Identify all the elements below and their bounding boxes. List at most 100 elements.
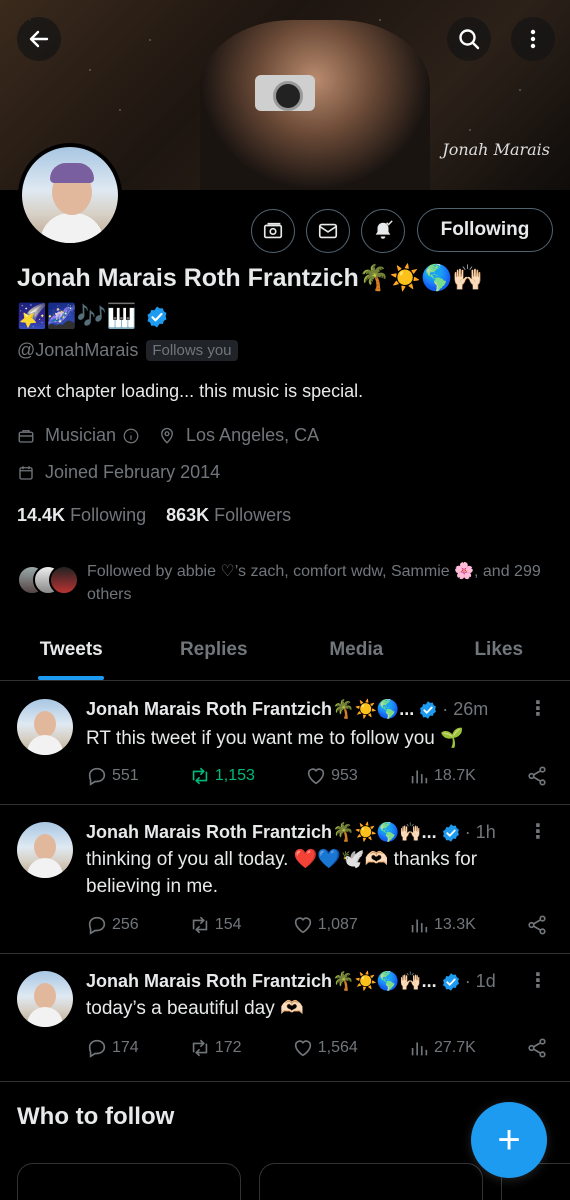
tweet-item[interactable]: Jonah Marais Roth Frantzich🌴☀️🌎🙌🏻... · 1… [0, 805, 570, 954]
tab-media[interactable]: Media [285, 625, 428, 680]
suggestion-card[interactable] [259, 1163, 483, 1200]
share-icon [528, 766, 546, 786]
mail-icon [318, 223, 338, 239]
reply-button[interactable]: 551 [86, 765, 139, 787]
retweet-button[interactable]: 172 [189, 1037, 242, 1059]
reply-count: 174 [112, 1039, 139, 1056]
views-button[interactable]: 18.7K [408, 765, 476, 787]
briefcase-icon [18, 429, 34, 443]
followed-by-text: Followed by abbie ♡’s zach, comfort wdw,… [87, 563, 541, 603]
handle-row: @JonahMarais Follows you [17, 340, 238, 361]
share-button[interactable] [526, 1037, 548, 1059]
verified-badge-icon [442, 972, 459, 991]
views-chart-icon [411, 1042, 428, 1056]
views-chart-icon [411, 770, 428, 784]
follows-you-badge: Follows you [146, 340, 238, 361]
heart-icon [307, 768, 325, 785]
reply-count: 256 [112, 916, 139, 933]
banner-camera [255, 75, 315, 111]
share-button[interactable] [526, 914, 548, 936]
calendar-icon [19, 465, 33, 480]
profile-category: Musician [45, 425, 117, 445]
tweet-author-name[interactable]: Jonah Marais Roth Frantzich🌴☀️🌎... [86, 699, 414, 720]
follower-avatar [49, 565, 79, 595]
tweet-time[interactable]: · 1h [465, 822, 496, 843]
like-button[interactable]: 953 [305, 765, 358, 787]
tweet-author-name[interactable]: Jonah Marais Roth Frantzich🌴☀️🌎🙌🏻... [86, 971, 437, 992]
share-icon [528, 1038, 546, 1058]
search-button[interactable] [447, 17, 491, 61]
reply-button[interactable]: 256 [86, 914, 139, 936]
tweet-text: thinking of you all today. ❤️💙🕊️🫶🏻 thank… [86, 849, 478, 897]
profile-joined: Joined February 2014 [45, 462, 221, 482]
following-count: 14.4K [17, 505, 66, 525]
retweet-button[interactable]: 154 [189, 914, 242, 936]
tweet-item[interactable]: Jonah Marais Roth Frantzich🌴☀️🌎... · 26m… [0, 682, 570, 805]
like-count: 1,087 [317, 916, 358, 933]
tweet-header: Jonah Marais Roth Frantzich🌴☀️🌎🙌🏻... · 1… [86, 971, 496, 992]
views-button[interactable]: 13.3K [408, 914, 476, 936]
views-count: 13.3K [433, 916, 476, 933]
back-button[interactable] [17, 17, 61, 61]
info-icon[interactable] [122, 427, 140, 445]
message-button[interactable] [306, 209, 350, 253]
banner-person [200, 20, 430, 190]
profile-tabs: Tweets Replies Media Likes [0, 625, 570, 681]
search-icon [459, 29, 480, 50]
heart-icon [294, 1040, 311, 1057]
followers-stat[interactable]: 863K Followers [166, 505, 291, 526]
retweet-icon [192, 916, 208, 934]
money-icon [263, 222, 283, 239]
followed-by-avatars [17, 565, 79, 597]
tweet-avatar[interactable] [17, 699, 73, 755]
following-button[interactable]: Following [417, 208, 553, 252]
reply-icon [88, 1039, 106, 1058]
tweet-actions: 551 1,153 953 18.7K [86, 765, 548, 787]
tab-tweets[interactable]: Tweets [0, 625, 143, 680]
plus-icon: + [497, 1117, 521, 1162]
like-count: 953 [331, 767, 358, 784]
tweet-header: Jonah Marais Roth Frantzich🌴☀️🌎... · 26m [86, 699, 488, 720]
tweet-author-name[interactable]: Jonah Marais Roth Frantzich🌴☀️🌎🙌🏻... [86, 822, 437, 843]
retweet-button[interactable]: 1,153 [189, 765, 255, 787]
subscribe-button[interactable] [251, 209, 295, 253]
share-button[interactable] [526, 765, 548, 787]
views-button[interactable]: 27.7K [408, 1037, 476, 1059]
tweet-actions: 174 172 1,564 27.7K [86, 1037, 548, 1059]
retweet-icon [192, 1039, 208, 1057]
location-pin-icon [161, 427, 173, 444]
profile-meta-row: Musician Los Angeles, CA [17, 425, 319, 446]
profile-joined-row: Joined February 2014 [17, 462, 220, 483]
tweet-avatar[interactable] [17, 822, 73, 878]
like-count: 1,564 [317, 1039, 358, 1056]
banner-signature: Jonah Marais [442, 140, 550, 159]
tweet-time[interactable]: · 26m [442, 699, 488, 720]
like-button[interactable]: 1,087 [292, 914, 358, 936]
tab-replies[interactable]: Replies [143, 625, 286, 680]
tweet-more-icon[interactable]: ⋮ [528, 819, 548, 844]
following-label: Following [70, 505, 147, 525]
retweet-count: 172 [214, 1039, 242, 1056]
tab-likes[interactable]: Likes [428, 625, 570, 680]
avatar-hat [50, 163, 94, 183]
reply-button[interactable]: 174 [86, 1037, 139, 1059]
more-options-button[interactable] [511, 17, 555, 61]
retweet-count: 154 [214, 916, 242, 933]
compose-tweet-button[interactable]: + [471, 1102, 547, 1178]
suggestion-card[interactable] [17, 1163, 241, 1200]
tweet-avatar[interactable] [17, 971, 73, 1027]
reply-icon [88, 916, 106, 935]
followed-by-row[interactable]: Followed by abbie ♡’s zach, comfort wdw,… [17, 560, 557, 606]
tweet-more-icon[interactable]: ⋮ [528, 696, 548, 721]
notifications-button[interactable] [361, 209, 405, 253]
name-emoji-line: 🌠🌌🎶🎹 [17, 303, 137, 330]
like-button[interactable]: 1,564 [292, 1037, 358, 1059]
following-stat[interactable]: 14.4K Following [17, 505, 146, 526]
bell-check-icon [375, 220, 393, 239]
views-count: 27.7K [433, 1039, 476, 1056]
profile-avatar[interactable] [18, 143, 122, 247]
tweet-time[interactable]: · 1d [465, 971, 496, 992]
tweet-more-icon[interactable]: ⋮ [528, 968, 548, 993]
tweet-item[interactable]: Jonah Marais Roth Frantzich🌴☀️🌎🙌🏻... · 1… [0, 954, 570, 1082]
verified-badge-icon[interactable] [145, 305, 169, 329]
